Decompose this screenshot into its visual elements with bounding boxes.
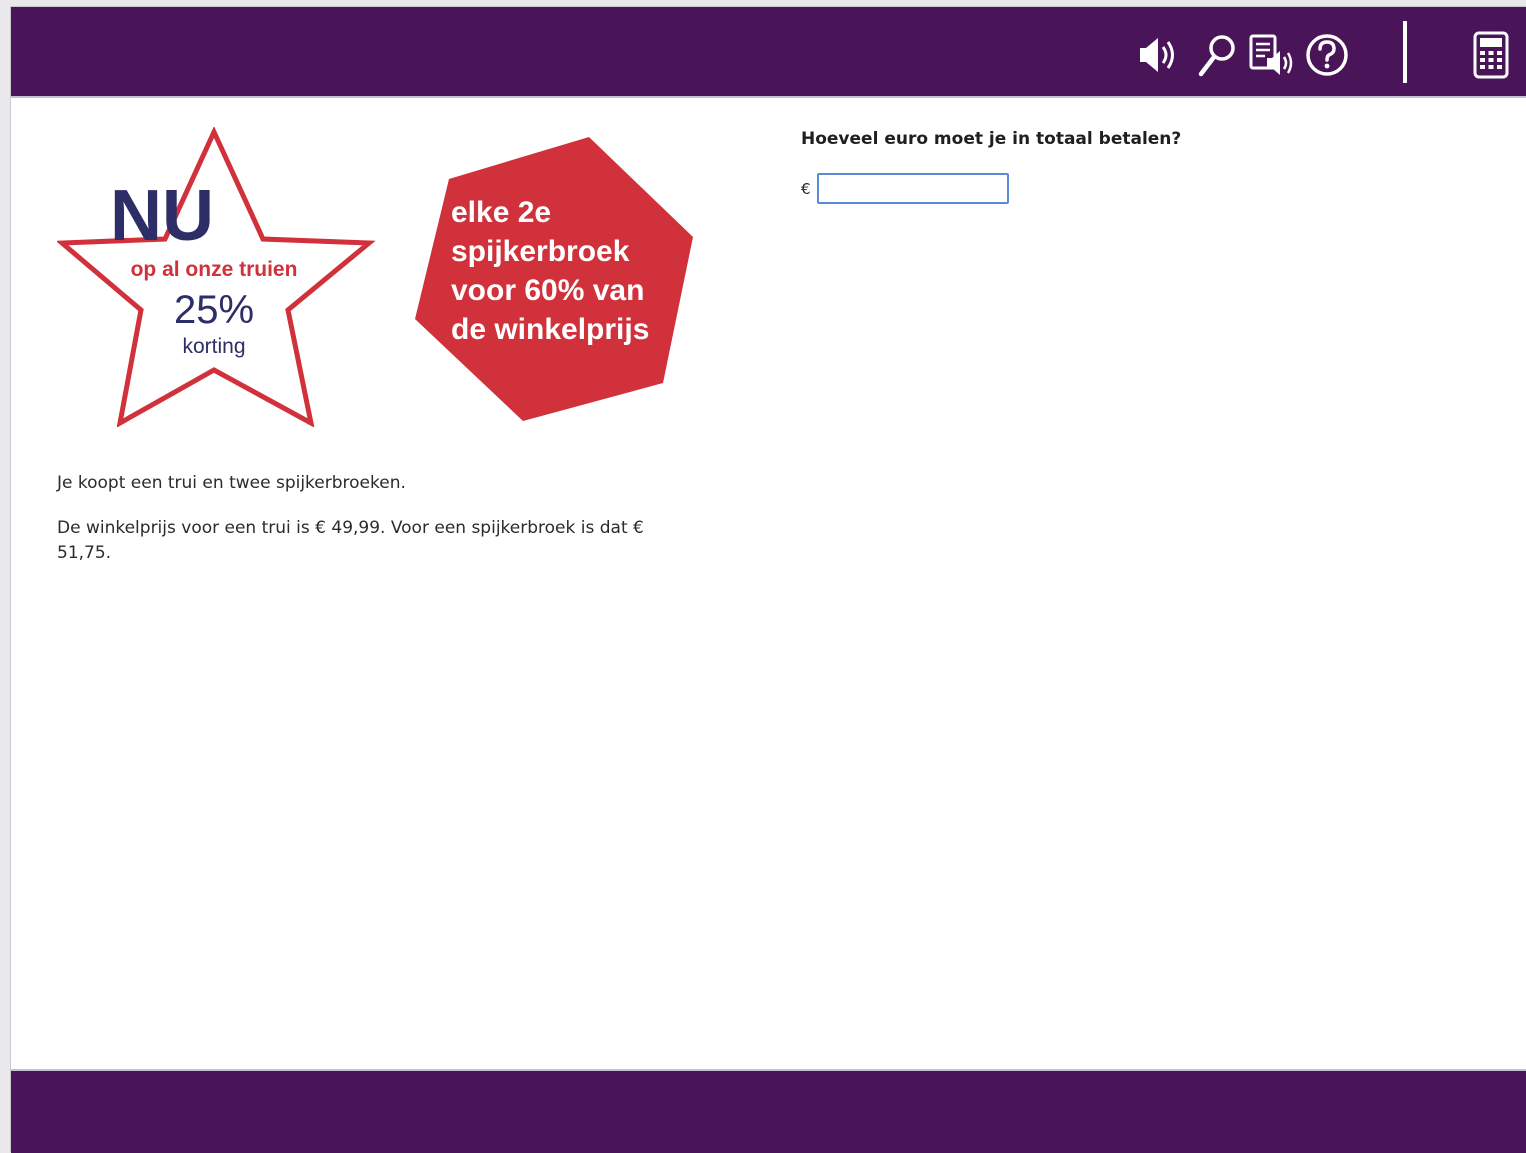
star-line1-text: op al onze truien bbox=[131, 258, 298, 281]
star-line2-text: korting bbox=[182, 335, 245, 358]
calculator-icon[interactable] bbox=[1467, 31, 1515, 79]
hex-line-4: de winkelprijs bbox=[451, 313, 649, 346]
test-item-frame: NU op al onze truien 25% korting elke 2e… bbox=[10, 6, 1526, 1153]
bottom-bar bbox=[11, 1069, 1526, 1153]
scenario-paragraph-2: De winkelprijs voor een trui is € 49,99.… bbox=[57, 518, 644, 563]
hexagon-promo-graphic: elke 2e spijkerbroek voor 60% van de win… bbox=[415, 137, 693, 421]
read-aloud-icon[interactable] bbox=[1247, 31, 1295, 79]
magnifier-icon[interactable] bbox=[1193, 31, 1241, 79]
hex-line-1: elke 2e bbox=[451, 196, 551, 229]
answer-row: € bbox=[801, 173, 1009, 204]
top-toolbar bbox=[11, 7, 1526, 98]
scenario-text: Je koopt een trui en twee spijkerbroeken… bbox=[57, 471, 657, 586]
answer-input[interactable] bbox=[816, 173, 1009, 204]
star-big-text: NU bbox=[110, 176, 214, 256]
currency-symbol: € bbox=[801, 179, 811, 198]
hex-line-2: spijkerbroek bbox=[451, 235, 630, 268]
star-percent-text: 25% bbox=[174, 288, 254, 332]
star-promo-graphic: NU op al onze truien 25% korting bbox=[57, 127, 376, 427]
help-icon[interactable] bbox=[1303, 31, 1351, 79]
speaker-icon[interactable] bbox=[1135, 31, 1183, 79]
toolbar-divider bbox=[1403, 21, 1407, 83]
scenario-paragraph-1: Je koopt een trui en twee spijkerbroeken… bbox=[57, 473, 406, 493]
hex-line-3: voor 60% van bbox=[451, 274, 644, 307]
question-text: Hoeveel euro moet je in totaal betalen? bbox=[801, 129, 1182, 149]
